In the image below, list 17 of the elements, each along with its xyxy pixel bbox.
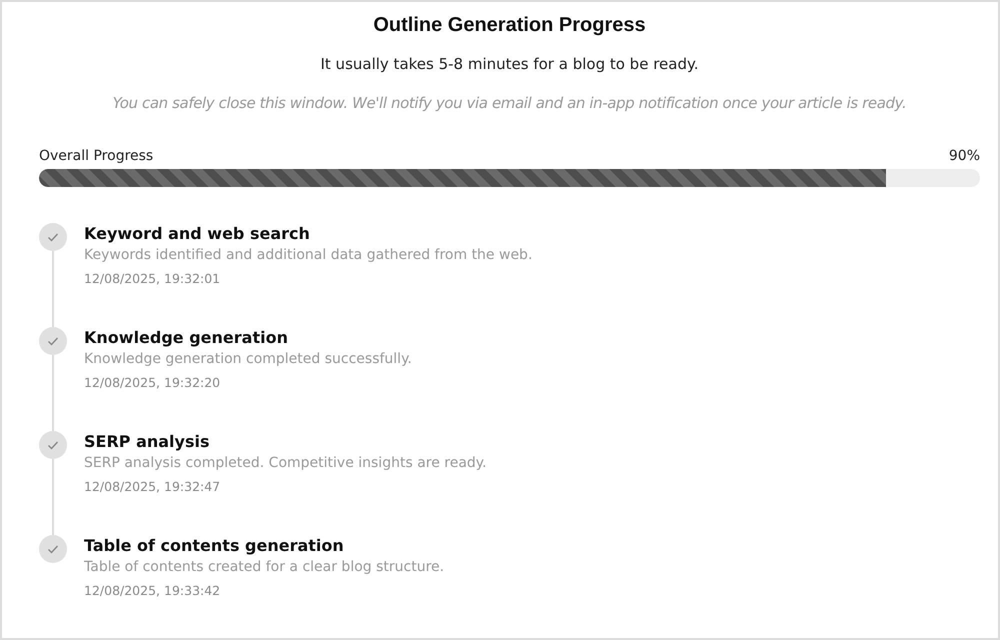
- step-title: Knowledge generation: [84, 328, 289, 347]
- progress-label: Overall Progress: [39, 148, 154, 164]
- step-title: SERP analysis: [84, 432, 210, 451]
- step-description: Knowledge generation completed successfully.: [84, 351, 412, 367]
- step-description: SERP analysis completed. Competitive insights are ready.: [84, 455, 487, 471]
- dialog-title: Outline Generation Progress: [372, 14, 647, 37]
- step-title: Table of contents generation: [84, 536, 345, 555]
- progress-reading: 90%: [948, 148, 980, 164]
- step-description: Keywords identified and additional data gathered from the web.: [84, 247, 532, 263]
- step-timestamp: 12/08/2025, 19:33:42: [84, 583, 222, 598]
- notice-text: You can safely close this window. We'll notify you via email and an in-app notification once your article is ready.: [112, 94, 908, 112]
- step-timestamp: 12/08/2025, 19:32:20: [84, 375, 222, 390]
- step-description: Table of contents created for a clear blog structure.: [84, 559, 444, 575]
- step-timestamp: 12/08/2025, 19:32:47: [84, 479, 222, 494]
- step-title: Keyword and web search: [84, 224, 311, 243]
- subtitle-text: It usually takes 5-8 minutes for a blog to be ready.: [319, 55, 700, 73]
- step-timestamp: 12/08/2025, 19:32:01: [84, 271, 222, 286]
